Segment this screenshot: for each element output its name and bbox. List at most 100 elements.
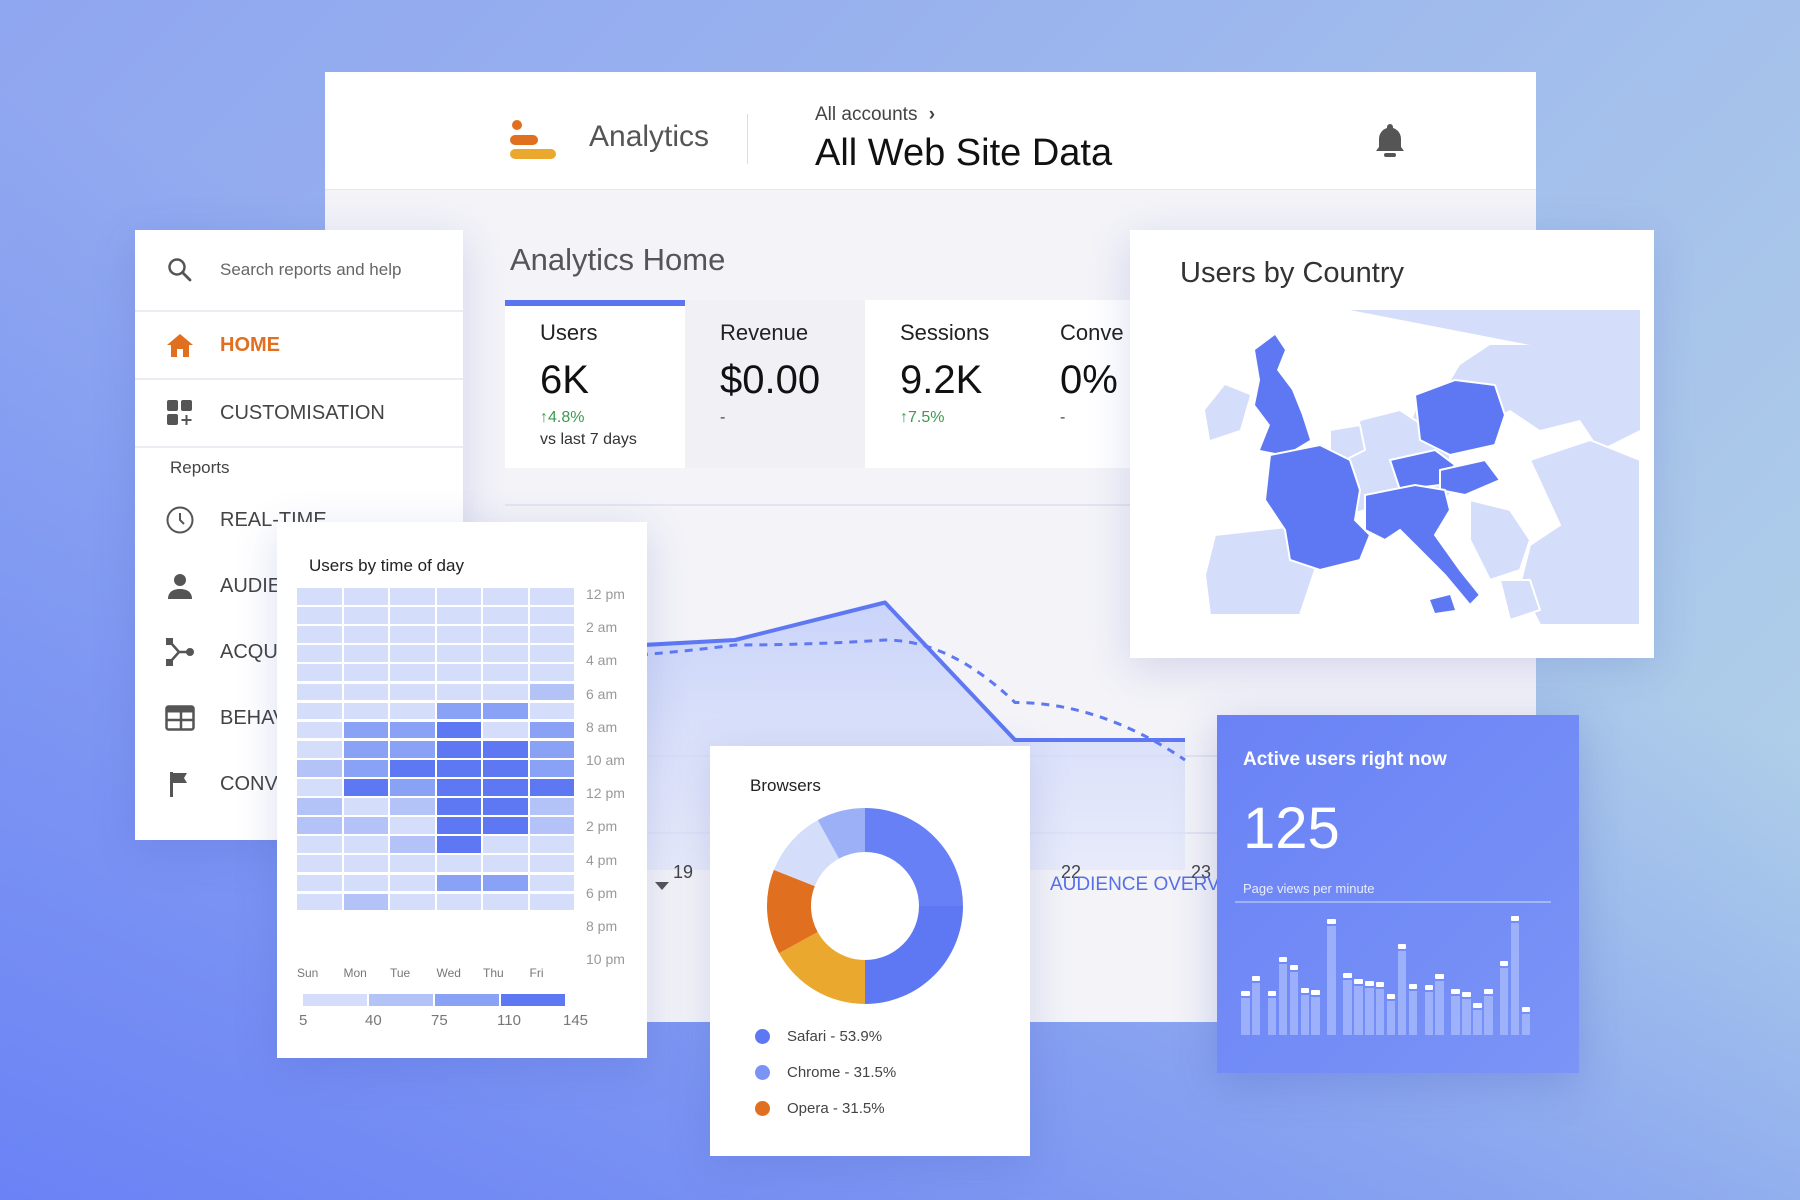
heatmap-cell[interactable] bbox=[297, 798, 342, 815]
heatmap-cell[interactable] bbox=[343, 683, 388, 701]
heatmap-cell[interactable] bbox=[529, 721, 574, 739]
heatmap-cell[interactable] bbox=[297, 817, 342, 834]
heatmap-cell[interactable] bbox=[297, 645, 342, 663]
heatmap-cell[interactable] bbox=[343, 855, 388, 873]
heatmap-cell[interactable] bbox=[343, 817, 388, 834]
heatmap-cell[interactable] bbox=[390, 874, 435, 892]
audience-overview-link[interactable]: AUDIENCE OVERVIE bbox=[1050, 874, 1238, 896]
heatmap-cell[interactable] bbox=[297, 855, 342, 873]
heatmap-cell[interactable] bbox=[343, 588, 388, 605]
heatmap-cell[interactable] bbox=[343, 721, 388, 739]
heatmap-cell[interactable] bbox=[529, 607, 574, 624]
heatmap-cell[interactable] bbox=[483, 702, 528, 720]
donut-slice[interactable] bbox=[865, 906, 963, 1004]
europe-map[interactable] bbox=[1200, 310, 1640, 625]
heatmap-cell[interactable] bbox=[390, 893, 435, 911]
heatmap-cell[interactable] bbox=[529, 817, 574, 834]
heatmap-cell[interactable] bbox=[483, 607, 528, 624]
heatmap-cell[interactable] bbox=[297, 588, 342, 605]
heatmap-cell[interactable] bbox=[529, 759, 574, 777]
heatmap-cell[interactable] bbox=[483, 779, 528, 796]
heatmap-cell[interactable] bbox=[483, 740, 528, 758]
heatmap-cell[interactable] bbox=[297, 874, 342, 892]
heatmap-cell[interactable] bbox=[297, 759, 342, 777]
heatmap-cell[interactable] bbox=[343, 702, 388, 720]
heatmap-cell[interactable] bbox=[436, 645, 481, 663]
heatmap-cell[interactable] bbox=[483, 798, 528, 815]
heatmap-cell[interactable] bbox=[436, 874, 481, 892]
sidebar-item-customisation[interactable]: CUSTOMISATION bbox=[135, 380, 463, 446]
heatmap-cell[interactable] bbox=[436, 588, 481, 605]
kpi-tab-sessions[interactable]: Sessions 9.2K ↑7.5% bbox=[865, 300, 1045, 468]
heatmap-cell[interactable] bbox=[529, 836, 574, 854]
heatmap-cell[interactable] bbox=[529, 626, 574, 643]
heatmap-cell[interactable] bbox=[436, 721, 481, 739]
heatmap-cell[interactable] bbox=[390, 817, 435, 834]
heatmap-cell[interactable] bbox=[297, 893, 342, 911]
heatmap-cell[interactable] bbox=[343, 893, 388, 911]
heatmap-cell[interactable] bbox=[297, 721, 342, 739]
heatmap-cell[interactable] bbox=[483, 874, 528, 892]
heatmap-cell[interactable] bbox=[483, 588, 528, 605]
heatmap-cell[interactable] bbox=[343, 607, 388, 624]
heatmap-cell[interactable] bbox=[436, 607, 481, 624]
breadcrumb-label[interactable]: All accounts bbox=[815, 104, 917, 125]
kpi-tab-revenue[interactable]: Revenue $0.00 - bbox=[685, 300, 865, 468]
heatmap-cell[interactable] bbox=[483, 893, 528, 911]
heatmap-cell[interactable] bbox=[390, 683, 435, 701]
heatmap-cell[interactable] bbox=[297, 683, 342, 701]
heatmap-cell[interactable] bbox=[343, 836, 388, 854]
heatmap-cell[interactable] bbox=[436, 817, 481, 834]
heatmap-cell[interactable] bbox=[390, 779, 435, 796]
heatmap-cell[interactable] bbox=[483, 626, 528, 643]
heatmap-cell[interactable] bbox=[436, 626, 481, 643]
heatmap-cell[interactable] bbox=[483, 721, 528, 739]
bell-icon[interactable] bbox=[1370, 120, 1410, 160]
search-input[interactable]: Search reports and help bbox=[220, 260, 401, 280]
heatmap-cell[interactable] bbox=[390, 702, 435, 720]
page-title[interactable]: All Web Site Data bbox=[815, 132, 1112, 175]
heatmap-cell[interactable] bbox=[297, 664, 342, 682]
heatmap-cell[interactable] bbox=[390, 721, 435, 739]
heatmap-cell[interactable] bbox=[529, 664, 574, 682]
heatmap-cell[interactable] bbox=[483, 759, 528, 777]
heatmap-cell[interactable] bbox=[436, 664, 481, 682]
heatmap-cell[interactable] bbox=[483, 645, 528, 663]
heatmap-cell[interactable] bbox=[390, 855, 435, 873]
heatmap-cell[interactable] bbox=[390, 759, 435, 777]
heatmap-cell[interactable] bbox=[436, 893, 481, 911]
heatmap-cell[interactable] bbox=[436, 683, 481, 701]
heatmap-cell[interactable] bbox=[529, 588, 574, 605]
heatmap-cell[interactable] bbox=[529, 874, 574, 892]
heatmap-cell[interactable] bbox=[436, 779, 481, 796]
sidebar-item-home[interactable]: HOME bbox=[135, 312, 463, 378]
heatmap-cell[interactable] bbox=[529, 893, 574, 911]
heatmap-cell[interactable] bbox=[390, 798, 435, 815]
heatmap-cell[interactable] bbox=[436, 855, 481, 873]
heatmap-cell[interactable] bbox=[343, 779, 388, 796]
heatmap-cell[interactable] bbox=[297, 836, 342, 854]
donut-slice[interactable] bbox=[865, 808, 963, 906]
heatmap-cell[interactable] bbox=[483, 683, 528, 701]
heatmap-cell[interactable] bbox=[483, 836, 528, 854]
heatmap-cell[interactable] bbox=[529, 645, 574, 663]
heatmap-cell[interactable] bbox=[390, 836, 435, 854]
heatmap-cell[interactable] bbox=[343, 759, 388, 777]
heatmap-cell[interactable] bbox=[529, 740, 574, 758]
heatmap-cell[interactable] bbox=[343, 740, 388, 758]
heatmap-cell[interactable] bbox=[297, 740, 342, 758]
heatmap-cell[interactable] bbox=[297, 779, 342, 796]
analytics-logo-icon[interactable] bbox=[510, 120, 556, 160]
heatmap-cell[interactable] bbox=[343, 664, 388, 682]
kpi-tab-users[interactable]: Users 6K ↑4.8% vs last 7 days bbox=[505, 300, 685, 468]
heatmap-cell[interactable] bbox=[297, 626, 342, 643]
heatmap-cell[interactable] bbox=[343, 626, 388, 643]
heatmap-cell[interactable] bbox=[297, 702, 342, 720]
heatmap-cell[interactable] bbox=[436, 836, 481, 854]
heatmap-cell[interactable] bbox=[529, 798, 574, 815]
heatmap-cell[interactable] bbox=[483, 817, 528, 834]
heatmap-cell[interactable] bbox=[343, 874, 388, 892]
heatmap-cell[interactable] bbox=[390, 645, 435, 663]
heatmap-cell[interactable] bbox=[529, 779, 574, 796]
heatmap-cell[interactable] bbox=[529, 855, 574, 873]
